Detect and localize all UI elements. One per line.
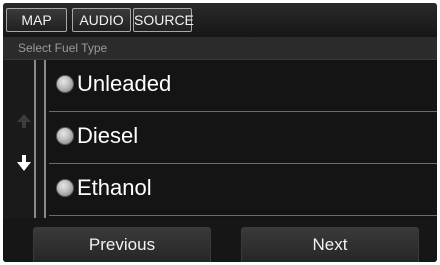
audio-button[interactable]: AUDIO — [72, 8, 131, 32]
fuel-option-ethanol[interactable]: Ethanol — [49, 164, 437, 216]
fuel-option-label: Diesel — [77, 123, 139, 148]
radio-icon — [56, 127, 74, 145]
bottom-bar: Previous Next — [3, 218, 437, 262]
previous-button[interactable]: Previous — [33, 227, 211, 262]
radio-icon — [56, 179, 74, 197]
fuel-option-label: Unleaded — [77, 71, 172, 96]
fuel-option-unleaded[interactable]: Unleaded — [49, 60, 437, 112]
scroll-down-arrow-stem — [22, 155, 26, 162]
fuel-type-screen: MAP AUDIO SOURCE Select Fuel Type Unlead… — [3, 3, 437, 262]
source-button[interactable]: SOURCE — [133, 8, 194, 32]
fuel-option-label: Ethanol — [77, 175, 152, 200]
fuel-type-list: Unleaded Diesel Ethanol — [3, 60, 437, 218]
list-divider-line — [44, 60, 46, 218]
next-button[interactable]: Next — [241, 227, 419, 262]
fuel-option-diesel[interactable]: Diesel — [49, 112, 437, 164]
scroll-down-arrow-icon[interactable] — [17, 162, 31, 171]
scroll-column — [3, 60, 46, 218]
scroll-divider-line — [34, 60, 36, 218]
radio-icon — [56, 75, 74, 93]
scroll-up-arrow-icon[interactable] — [17, 114, 31, 122]
title-strip: Select Fuel Type — [3, 37, 437, 60]
scroll-up-arrow-stem — [22, 122, 26, 128]
map-button[interactable]: MAP — [6, 8, 67, 32]
top-bar: MAP AUDIO SOURCE — [3, 3, 437, 37]
screen-title: Select Fuel Type — [18, 41, 108, 55]
